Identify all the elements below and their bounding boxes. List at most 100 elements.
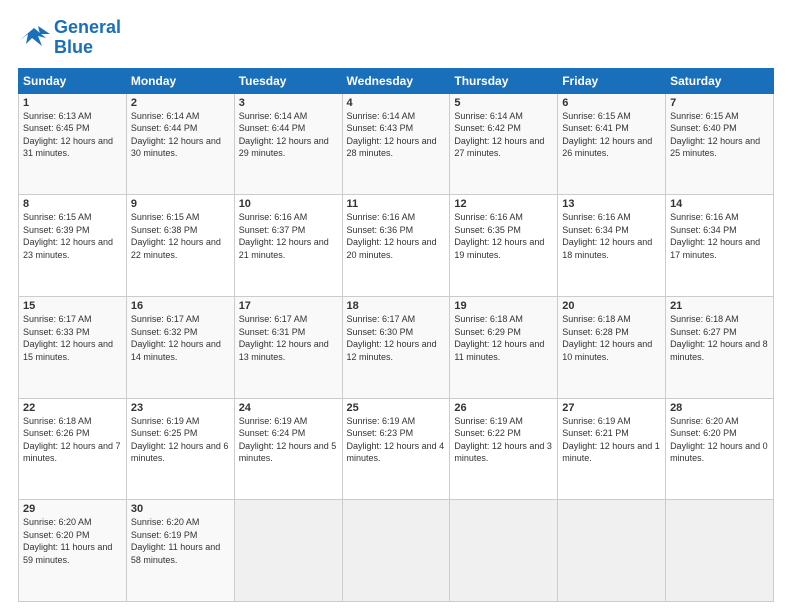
day-number: 1: [23, 97, 122, 109]
calendar-day-header: Friday: [558, 68, 666, 93]
cell-info: Sunrise: 6:14 AMSunset: 6:44 PMDaylight:…: [239, 111, 329, 159]
calendar-day-header: Saturday: [666, 68, 774, 93]
calendar-cell: 6 Sunrise: 6:15 AMSunset: 6:41 PMDayligh…: [558, 93, 666, 195]
cell-info: Sunrise: 6:19 AMSunset: 6:25 PMDaylight:…: [131, 416, 229, 464]
calendar-cell: 15 Sunrise: 6:17 AMSunset: 6:33 PMDaylig…: [19, 296, 127, 398]
day-number: 8: [23, 198, 122, 210]
cell-info: Sunrise: 6:15 AMSunset: 6:38 PMDaylight:…: [131, 212, 221, 260]
calendar-cell: 10 Sunrise: 6:16 AMSunset: 6:37 PMDaylig…: [234, 195, 342, 297]
day-number: 30: [131, 503, 230, 515]
calendar-cell: 1 Sunrise: 6:13 AMSunset: 6:45 PMDayligh…: [19, 93, 127, 195]
day-number: 9: [131, 198, 230, 210]
day-number: 29: [23, 503, 122, 515]
cell-info: Sunrise: 6:14 AMSunset: 6:44 PMDaylight:…: [131, 111, 221, 159]
logo-text: General Blue: [54, 18, 121, 58]
day-number: 23: [131, 402, 230, 414]
calendar-day-header: Thursday: [450, 68, 558, 93]
calendar-cell: 30 Sunrise: 6:20 AMSunset: 6:19 PMDaylig…: [126, 500, 234, 602]
calendar-week-row: 8 Sunrise: 6:15 AMSunset: 6:39 PMDayligh…: [19, 195, 774, 297]
day-number: 26: [454, 402, 553, 414]
cell-info: Sunrise: 6:15 AMSunset: 6:40 PMDaylight:…: [670, 111, 760, 159]
day-number: 7: [670, 97, 769, 109]
cell-info: Sunrise: 6:15 AMSunset: 6:39 PMDaylight:…: [23, 212, 113, 260]
cell-info: Sunrise: 6:19 AMSunset: 6:22 PMDaylight:…: [454, 416, 552, 464]
cell-info: Sunrise: 6:15 AMSunset: 6:41 PMDaylight:…: [562, 111, 652, 159]
day-number: 6: [562, 97, 661, 109]
cell-info: Sunrise: 6:19 AMSunset: 6:23 PMDaylight:…: [347, 416, 445, 464]
cell-info: Sunrise: 6:18 AMSunset: 6:28 PMDaylight:…: [562, 314, 652, 362]
day-number: 28: [670, 402, 769, 414]
day-number: 18: [347, 300, 446, 312]
calendar-cell: 16 Sunrise: 6:17 AMSunset: 6:32 PMDaylig…: [126, 296, 234, 398]
day-number: 15: [23, 300, 122, 312]
page: General Blue SundayMondayTuesdayWednesda…: [0, 0, 792, 612]
day-number: 10: [239, 198, 338, 210]
calendar-cell: 13 Sunrise: 6:16 AMSunset: 6:34 PMDaylig…: [558, 195, 666, 297]
cell-info: Sunrise: 6:17 AMSunset: 6:31 PMDaylight:…: [239, 314, 329, 362]
calendar-cell: 3 Sunrise: 6:14 AMSunset: 6:44 PMDayligh…: [234, 93, 342, 195]
header: General Blue: [18, 18, 774, 58]
calendar-cell: 5 Sunrise: 6:14 AMSunset: 6:42 PMDayligh…: [450, 93, 558, 195]
calendar-cell: 19 Sunrise: 6:18 AMSunset: 6:29 PMDaylig…: [450, 296, 558, 398]
calendar-cell: 21 Sunrise: 6:18 AMSunset: 6:27 PMDaylig…: [666, 296, 774, 398]
cell-info: Sunrise: 6:13 AMSunset: 6:45 PMDaylight:…: [23, 111, 113, 159]
logo-icon: [18, 24, 50, 52]
day-number: 3: [239, 97, 338, 109]
cell-info: Sunrise: 6:20 AMSunset: 6:19 PMDaylight:…: [131, 517, 220, 565]
cell-info: Sunrise: 6:17 AMSunset: 6:30 PMDaylight:…: [347, 314, 437, 362]
calendar-table: SundayMondayTuesdayWednesdayThursdayFrid…: [18, 68, 774, 602]
calendar-cell: 26 Sunrise: 6:19 AMSunset: 6:22 PMDaylig…: [450, 398, 558, 500]
calendar-body: 1 Sunrise: 6:13 AMSunset: 6:45 PMDayligh…: [19, 93, 774, 601]
cell-info: Sunrise: 6:17 AMSunset: 6:32 PMDaylight:…: [131, 314, 221, 362]
calendar-header-row: SundayMondayTuesdayWednesdayThursdayFrid…: [19, 68, 774, 93]
calendar-cell: [234, 500, 342, 602]
cell-info: Sunrise: 6:14 AMSunset: 6:42 PMDaylight:…: [454, 111, 544, 159]
calendar-week-row: 1 Sunrise: 6:13 AMSunset: 6:45 PMDayligh…: [19, 93, 774, 195]
calendar-day-header: Monday: [126, 68, 234, 93]
cell-info: Sunrise: 6:18 AMSunset: 6:27 PMDaylight:…: [670, 314, 768, 362]
cell-info: Sunrise: 6:16 AMSunset: 6:37 PMDaylight:…: [239, 212, 329, 260]
cell-info: Sunrise: 6:14 AMSunset: 6:43 PMDaylight:…: [347, 111, 437, 159]
calendar-week-row: 22 Sunrise: 6:18 AMSunset: 6:26 PMDaylig…: [19, 398, 774, 500]
calendar-cell: 12 Sunrise: 6:16 AMSunset: 6:35 PMDaylig…: [450, 195, 558, 297]
calendar-cell: 29 Sunrise: 6:20 AMSunset: 6:20 PMDaylig…: [19, 500, 127, 602]
cell-info: Sunrise: 6:19 AMSunset: 6:24 PMDaylight:…: [239, 416, 337, 464]
cell-info: Sunrise: 6:16 AMSunset: 6:35 PMDaylight:…: [454, 212, 544, 260]
day-number: 16: [131, 300, 230, 312]
day-number: 27: [562, 402, 661, 414]
day-number: 20: [562, 300, 661, 312]
calendar-cell: [342, 500, 450, 602]
day-number: 19: [454, 300, 553, 312]
day-number: 25: [347, 402, 446, 414]
cell-info: Sunrise: 6:18 AMSunset: 6:26 PMDaylight:…: [23, 416, 121, 464]
cell-info: Sunrise: 6:16 AMSunset: 6:36 PMDaylight:…: [347, 212, 437, 260]
cell-info: Sunrise: 6:16 AMSunset: 6:34 PMDaylight:…: [670, 212, 760, 260]
calendar-cell: 23 Sunrise: 6:19 AMSunset: 6:25 PMDaylig…: [126, 398, 234, 500]
calendar-cell: 22 Sunrise: 6:18 AMSunset: 6:26 PMDaylig…: [19, 398, 127, 500]
calendar-cell: 28 Sunrise: 6:20 AMSunset: 6:20 PMDaylig…: [666, 398, 774, 500]
day-number: 14: [670, 198, 769, 210]
day-number: 17: [239, 300, 338, 312]
calendar-cell: 18 Sunrise: 6:17 AMSunset: 6:30 PMDaylig…: [342, 296, 450, 398]
calendar-cell: [450, 500, 558, 602]
calendar-cell: 24 Sunrise: 6:19 AMSunset: 6:24 PMDaylig…: [234, 398, 342, 500]
day-number: 24: [239, 402, 338, 414]
calendar-cell: [666, 500, 774, 602]
day-number: 21: [670, 300, 769, 312]
cell-info: Sunrise: 6:17 AMSunset: 6:33 PMDaylight:…: [23, 314, 113, 362]
calendar-cell: [558, 500, 666, 602]
calendar-cell: 11 Sunrise: 6:16 AMSunset: 6:36 PMDaylig…: [342, 195, 450, 297]
cell-info: Sunrise: 6:20 AMSunset: 6:20 PMDaylight:…: [670, 416, 768, 464]
calendar-cell: 17 Sunrise: 6:17 AMSunset: 6:31 PMDaylig…: [234, 296, 342, 398]
cell-info: Sunrise: 6:16 AMSunset: 6:34 PMDaylight:…: [562, 212, 652, 260]
logo: General Blue: [18, 18, 121, 58]
day-number: 13: [562, 198, 661, 210]
day-number: 2: [131, 97, 230, 109]
calendar-day-header: Wednesday: [342, 68, 450, 93]
day-number: 12: [454, 198, 553, 210]
day-number: 4: [347, 97, 446, 109]
calendar-cell: 4 Sunrise: 6:14 AMSunset: 6:43 PMDayligh…: [342, 93, 450, 195]
calendar-cell: 2 Sunrise: 6:14 AMSunset: 6:44 PMDayligh…: [126, 93, 234, 195]
calendar-day-header: Tuesday: [234, 68, 342, 93]
calendar-cell: 7 Sunrise: 6:15 AMSunset: 6:40 PMDayligh…: [666, 93, 774, 195]
